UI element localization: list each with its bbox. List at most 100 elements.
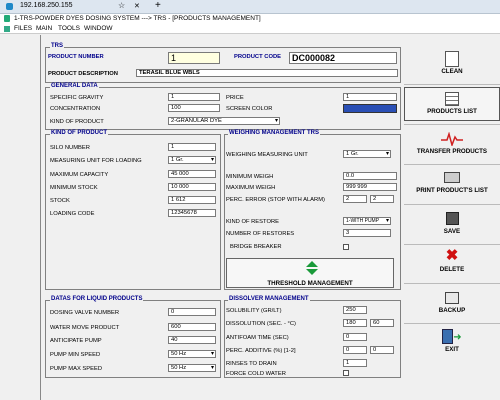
delete-label: DELETE <box>439 266 465 273</box>
menu-bar: FILES MAIN TOOLS WINDOW <box>0 24 500 34</box>
print-products-button[interactable]: PRINT PRODUCT'S LIST <box>404 167 500 201</box>
exit-door-icon: ➜ <box>404 326 500 346</box>
dissolution-temp-input[interactable]: 60 <box>370 319 394 327</box>
silo-number-input[interactable]: 1 <box>168 143 216 151</box>
additive-input-a[interactable]: 0 <box>343 346 367 354</box>
save-button[interactable]: SAVE <box>404 208 500 242</box>
product-code-input[interactable]: DC000082 <box>289 52 397 64</box>
loading-code-label: LOADING CODE <box>50 211 95 217</box>
pump-min-speed-select[interactable]: 50 Hz <box>168 350 216 358</box>
bridge-breaker-label: BRIDGE BREAKER <box>230 244 282 250</box>
concentration-input[interactable]: 100 <box>168 104 220 112</box>
menu-main[interactable]: MAIN <box>36 25 52 32</box>
list-icon <box>405 88 499 108</box>
clean-label: CLEAN <box>441 68 463 75</box>
star-icon[interactable]: ☆ <box>118 1 125 10</box>
kind-of-restore-label: KIND OF RESTORE <box>226 219 280 225</box>
kind-of-product-select[interactable]: 2-GRANULAR DYE <box>168 117 280 125</box>
app-icon <box>4 15 10 22</box>
product-description-input[interactable]: TERASIL BLUE WBLS <box>136 69 398 77</box>
trs-legend: TRS <box>50 43 64 49</box>
water-move-label: WATER MOVE PRODUCT <box>50 325 120 331</box>
product-description-label: PRODUCT DESCRIPTION <box>48 71 118 77</box>
left-divider <box>40 35 41 400</box>
menu-window[interactable]: WINDOW <box>84 25 113 32</box>
clean-button[interactable]: CLEAN <box>404 48 500 82</box>
product-number-input[interactable]: 1 <box>168 52 220 64</box>
screen-color-swatch[interactable] <box>343 104 397 113</box>
side-separator <box>404 204 500 205</box>
weighing-legend: WEIGHING MANAGEMENT TRS <box>228 130 320 136</box>
dissolver-legend: DISSOLVER MANAGEMENT <box>228 296 310 302</box>
new-tab-icon[interactable]: + <box>155 0 161 11</box>
minimum-weigh-input[interactable]: 0.0 <box>343 172 397 180</box>
number-of-restores-label: NUMBER OF RESTORES <box>226 231 295 237</box>
threshold-management-button[interactable]: THRESHOLD MANAGEMENT <box>226 258 394 288</box>
app-favicon-icon <box>6 3 13 10</box>
pulse-icon <box>441 131 463 148</box>
antifoam-input[interactable]: 0 <box>343 333 367 341</box>
maximum-weigh-label: MAXIMUM WEIGH <box>226 185 276 191</box>
pump-max-speed-select[interactable]: 50 Hz <box>168 364 216 372</box>
measuring-unit-select[interactable]: 1 Gr. <box>168 156 216 164</box>
product-number-label: PRODUCT NUMBER <box>48 54 104 60</box>
anticipate-pump-input[interactable]: 40 <box>168 336 216 344</box>
additive-input-b[interactable]: 0 <box>370 346 394 354</box>
water-move-input[interactable]: 600 <box>168 323 216 331</box>
specific-gravity-input[interactable]: 1 <box>168 93 220 101</box>
products-list-button[interactable]: PRODUCTS LIST <box>404 87 500 121</box>
rinses-input[interactable]: 1 <box>343 359 367 367</box>
bridge-breaker-checkbox[interactable] <box>343 244 349 250</box>
backup-button[interactable]: BACKUP <box>404 287 500 321</box>
browser-url[interactable]: 192.168.250.155 <box>20 2 73 9</box>
exit-label: EXIT <box>445 346 459 353</box>
solubility-input[interactable]: 250 <box>343 306 367 314</box>
silo-number-label: SILO NUMBER <box>50 145 90 151</box>
side-separator <box>404 283 500 284</box>
general-data-legend: GENERAL DATA <box>50 83 99 89</box>
pump-min-speed-label: PUMP MIN SPEED <box>50 352 101 358</box>
products-list-label: PRODUCTS LIST <box>427 108 477 115</box>
pump-max-speed-label: PUMP MAX SPEED <box>50 366 103 372</box>
printer-icon <box>404 167 500 187</box>
force-cold-water-checkbox[interactable] <box>343 370 349 376</box>
floppy-disk-icon <box>404 208 500 228</box>
max-capacity-input[interactable]: 45 000 <box>168 170 216 178</box>
delete-x-icon: ✖ <box>445 247 459 264</box>
specific-gravity-label: SPECIFIC GRAVITY <box>50 95 104 101</box>
perc-error-input-b[interactable]: 2 <box>370 195 394 203</box>
kind-of-product-label: KIND OF PRODUCT <box>50 119 104 125</box>
maximum-weigh-input[interactable]: 999 999 <box>343 183 397 191</box>
dissolution-label: DISSOLUTION (SEC. - °C) <box>226 321 296 327</box>
max-capacity-label: MAXIMUM CAPACITY <box>50 172 109 178</box>
anticipate-pump-label: ANTICIPATE PUMP <box>50 338 102 344</box>
delete-button[interactable]: ✖ DELETE <box>404 246 500 280</box>
perc-error-input-a[interactable]: 2 <box>343 195 367 203</box>
backup-label: BACKUP <box>438 307 466 314</box>
kind-of-restore-select[interactable]: 1-WITH PUMP <box>343 217 391 225</box>
menu-files[interactable]: FILES <box>14 25 32 32</box>
minimum-weigh-label: MINIMUM WEIGH <box>226 174 274 180</box>
dosing-valve-input[interactable]: 0 <box>168 308 216 316</box>
exit-button[interactable]: ➜ EXIT <box>404 326 500 360</box>
close-tab-icon[interactable]: ✕ <box>134 2 140 10</box>
threshold-management-label: THRESHOLD MANAGEMENT <box>267 280 353 287</box>
price-input[interactable]: 1 <box>343 93 397 101</box>
dissolution-sec-input[interactable]: 180 <box>343 319 367 327</box>
weighing-unit-select[interactable]: 1 Gr. <box>343 150 391 158</box>
print-products-label: PRINT PRODUCT'S LIST <box>416 187 488 194</box>
rinses-label: RINSES TO DRAIN <box>226 361 277 367</box>
menu-tools[interactable]: TOOLS <box>58 25 80 32</box>
liquid-legend: DATAS FOR LIQUID PRODUCTS <box>50 296 144 302</box>
additive-label: PERC. ADDITIVE (%) [1-2] <box>226 348 296 354</box>
min-stock-input[interactable]: 10 000 <box>168 183 216 191</box>
transfer-products-label: TRANSFER PRODUCTS <box>416 148 488 155</box>
transfer-products-button[interactable]: TRANSFER PRODUCTS <box>404 128 500 162</box>
clean-icon <box>404 48 500 68</box>
loading-code-input[interactable]: 12345678 <box>168 209 216 217</box>
solubility-label: SOLUBILITY (GR/LT) <box>226 308 282 314</box>
number-of-restores-input[interactable]: 3 <box>343 229 391 237</box>
stock-input[interactable]: 1 612 <box>168 196 216 204</box>
price-label: PRICE <box>226 95 244 101</box>
antifoam-label: ANTIFOAM TIME (SEC) <box>226 335 289 341</box>
